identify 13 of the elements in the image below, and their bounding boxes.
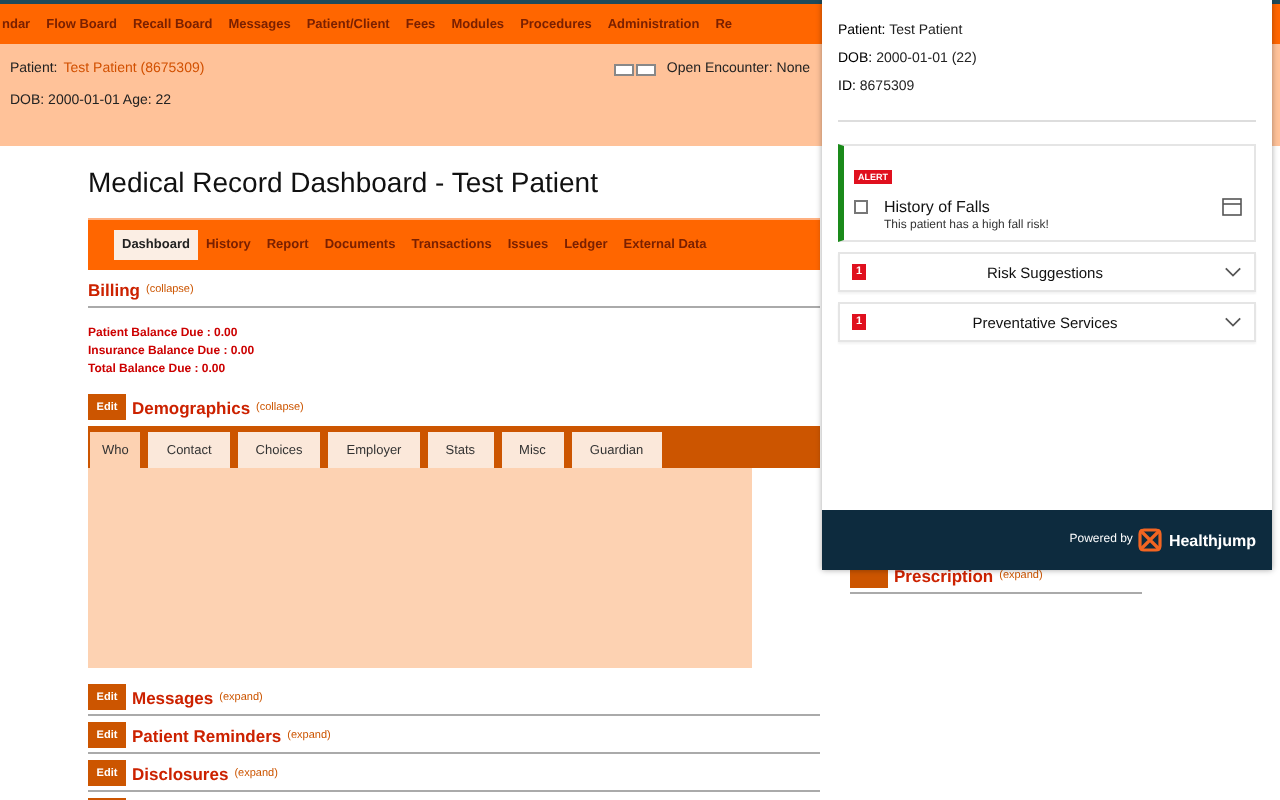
toggle-icon[interactable] bbox=[614, 63, 657, 75]
section-title: Billing bbox=[88, 279, 140, 299]
section-title: Prescription bbox=[894, 565, 994, 585]
logo-icon bbox=[1138, 528, 1163, 552]
section-title: Disclosures bbox=[132, 763, 229, 783]
brand-name: Healthjump bbox=[1168, 531, 1256, 549]
section-title: Messages bbox=[132, 687, 214, 707]
archive-icon[interactable] bbox=[1222, 198, 1242, 216]
checkbox[interactable] bbox=[854, 200, 868, 214]
alert-title: History of Falls bbox=[884, 198, 992, 216]
section-title: Patient Reminders bbox=[132, 725, 282, 745]
section-title: Demographics bbox=[132, 397, 251, 417]
page-title: Medical Record Dashboard - Test Patient bbox=[88, 166, 600, 198]
